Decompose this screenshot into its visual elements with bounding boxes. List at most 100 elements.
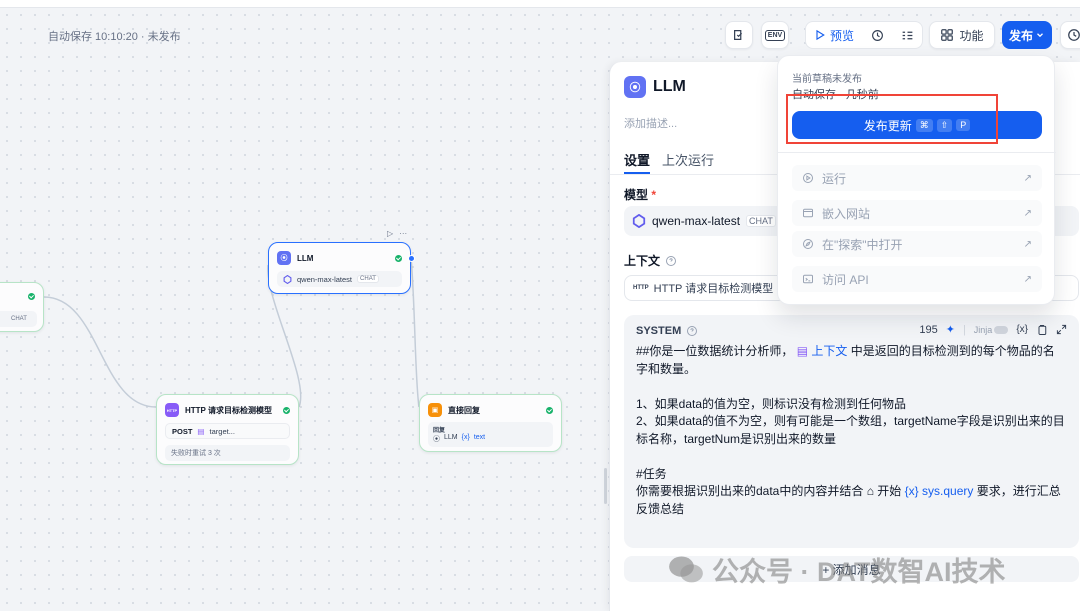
variable-icon: ▤	[197, 426, 205, 436]
qwen-logo-icon	[632, 214, 646, 228]
answer-reference: ⦿ LLM {x} text	[433, 434, 548, 444]
edge-start-to-http	[43, 296, 157, 408]
divider	[778, 152, 1056, 153]
model-label: 模型 *	[624, 188, 657, 202]
highlight-annotation	[786, 94, 998, 144]
draft-status: 当前草稿未发布	[792, 74, 862, 85]
node-header: ▣ 直接回复	[420, 395, 561, 417]
node-header: HTTP HTTP 请求目标检测模型	[157, 395, 298, 417]
system-prompt-box[interactable]: SYSTEM 195 ✦ | Jinja {x} ##你是一位数据统计分析师， …	[624, 315, 1079, 548]
jinja-label: Jinja	[973, 324, 993, 335]
home-icon: ⌂	[866, 484, 874, 498]
compass-icon	[803, 239, 813, 249]
http-icon: HTTP	[165, 403, 179, 417]
sparkle-icon[interactable]: ✦	[946, 323, 955, 336]
sys-query-variable: {x} sys.query	[904, 484, 974, 498]
terminal-icon	[803, 274, 813, 284]
system-header: SYSTEM	[636, 325, 698, 337]
play-circle-icon	[803, 173, 813, 183]
prompt-line: 你需要根据识别出来的data中的内容并结合 ⌂ 开始 {x} sys.query…	[636, 484, 1061, 516]
menu-item-run[interactable]: 运行 ↗	[792, 165, 1042, 191]
external-arrow-icon: ↗	[1023, 207, 1032, 219]
window-icon	[803, 208, 813, 218]
variable-icon: {x}	[461, 434, 470, 441]
http-url: target...	[209, 426, 235, 436]
http-icon: HTTP	[633, 285, 649, 291]
success-icon	[28, 293, 35, 300]
system-prompt-text[interactable]: ##你是一位数据统计分析师， ▤ 上下文 中是返回的目标检测到的每个物品的名字和…	[636, 343, 1066, 518]
llm-node[interactable]: ⦿ LLM qwen-max-latest CHAT	[268, 242, 411, 294]
retry-row: 失败时重试 3 次	[165, 445, 290, 461]
answer-icon: ▣	[428, 403, 442, 417]
success-icon	[395, 254, 402, 262]
system-tools: 195 ✦ | Jinja {x}	[919, 323, 1067, 336]
menu-label: 嵌入网站	[822, 206, 871, 221]
prompt-line: 2、如果data的值不为空，则有可能是一个数组，targetName字段是识别出…	[636, 414, 1065, 446]
http-method: POST	[172, 426, 193, 436]
more-icon[interactable]: ···	[399, 229, 407, 238]
tab-settings[interactable]: 设置	[624, 150, 650, 169]
node-title: HTTP 请求目标检测模型	[185, 405, 272, 415]
menu-label: 运行	[822, 171, 847, 186]
field-label: 回复	[433, 428, 446, 434]
variable-icon[interactable]: {x}	[1016, 324, 1028, 335]
file-icon: ▤	[796, 344, 809, 358]
request-row: POST ▤ target...	[165, 423, 290, 439]
tab-last-run[interactable]: 上次运行	[662, 150, 714, 169]
wechat-icon	[669, 556, 703, 582]
menu-item-embed[interactable]: 嵌入网站 ↗	[792, 200, 1042, 226]
external-arrow-icon: ↗	[1023, 238, 1032, 250]
add-node-handle[interactable]	[408, 255, 415, 262]
llm-ref-icon: ⦿	[433, 436, 440, 443]
prompt-line: #任务	[636, 466, 667, 481]
http-request-node[interactable]: HTTP HTTP 请求目标检测模型 POST ▤ target... 失败时重…	[156, 394, 299, 465]
menu-item-api[interactable]: 访问 API ↗	[792, 266, 1042, 292]
chat-chip: CHAT	[746, 215, 776, 227]
copy-icon[interactable]	[1036, 324, 1048, 336]
panel-title: LLM	[653, 78, 686, 95]
jinja-toggle[interactable]	[994, 325, 1009, 334]
qwen-logo-icon	[283, 274, 292, 284]
ref-var: text	[473, 434, 486, 441]
menu-label: 访问 API	[822, 272, 869, 287]
run-node-icon[interactable]: ▷	[387, 229, 393, 238]
help-icon[interactable]	[665, 255, 677, 267]
publish-dropdown: 当前草稿未发布 自动保存 · 几秒前 发布更新 ⌘ ⇧ P 运行 ↗ 嵌入网站 …	[777, 55, 1056, 305]
llm-icon: ⦿	[277, 251, 291, 265]
menu-label: 在"探索"中打开	[822, 237, 903, 252]
token-count: 195	[919, 323, 938, 336]
separator: |	[962, 323, 966, 336]
model-name: qwen-max-latest	[652, 214, 741, 228]
llm-icon: ⦿	[624, 76, 646, 98]
external-arrow-icon: ↗	[1023, 172, 1032, 184]
watermark: 公众号 · DAT数智AI技术	[668, 550, 1005, 589]
success-icon	[546, 406, 553, 414]
description-input[interactable]: 添加描述...	[624, 115, 677, 131]
model-row: qwen-max-latest CHAT	[277, 271, 402, 287]
node-title: 直接回复	[448, 405, 480, 415]
node-title: LLM	[297, 253, 314, 263]
context-variable: ▤ 上下文	[796, 344, 848, 358]
node-row: CHAT	[0, 311, 37, 327]
system-label: SYSTEM	[636, 325, 682, 337]
start-node[interactable]: CHAT	[0, 282, 44, 332]
expand-icon[interactable]	[1056, 324, 1067, 335]
chat-chip: CHAT	[11, 316, 27, 322]
external-arrow-icon: ↗	[1023, 273, 1032, 285]
panel-resize-handle[interactable]	[604, 468, 607, 504]
prompt-line: 1、如果data的值为空，则标识没有检测到任何物品	[636, 396, 907, 411]
node-actions: ▷ ···	[387, 229, 407, 238]
help-icon[interactable]	[686, 325, 698, 337]
success-icon	[283, 406, 290, 414]
edge-llm-to-answer	[410, 257, 420, 408]
answer-node[interactable]: ▣ 直接回复 回复 ⦿ LLM {x} text	[419, 394, 562, 452]
menu-item-explore[interactable]: 在"探索"中打开 ↗	[792, 231, 1042, 257]
context-value: HTTP 请求目标检测模型	[653, 283, 774, 295]
start-node-ref: ⌂ 开始	[866, 484, 902, 498]
ref-node: LLM	[444, 434, 458, 441]
model-name: qwen-max-latest	[297, 274, 353, 284]
answer-field: 回复 ⦿ LLM {x} text	[428, 422, 553, 447]
node-header: ⦿ LLM	[269, 243, 410, 265]
chat-chip: CHAT	[357, 275, 379, 283]
context-label: 上下文	[624, 252, 677, 269]
